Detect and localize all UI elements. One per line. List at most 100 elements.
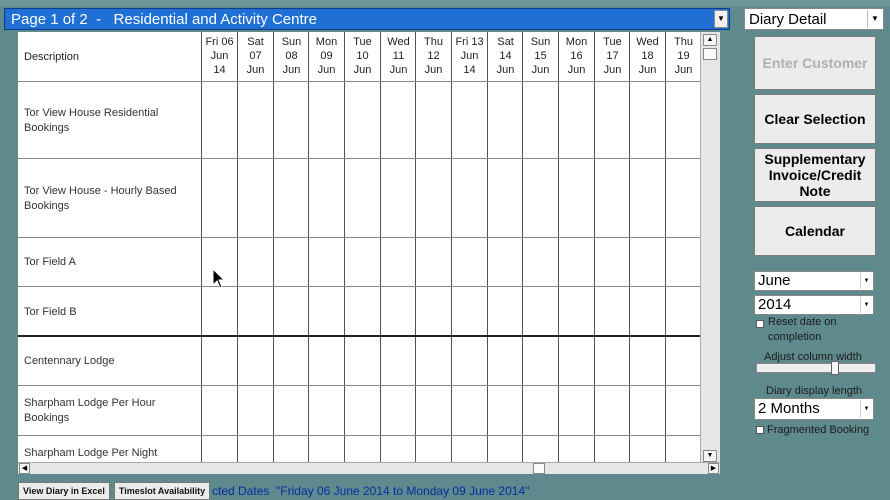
day-header-dow: Thu bbox=[424, 36, 443, 48]
calendar-button[interactable]: Calendar bbox=[754, 206, 876, 256]
column-width-slider[interactable] bbox=[756, 361, 876, 375]
diary-length-label: Diary display length bbox=[766, 385, 862, 397]
supplementary-label: Supplementary bbox=[764, 151, 866, 167]
day-header-day: 18 bbox=[641, 50, 654, 62]
resource-row-label[interactable]: Tor View House - Hourly Based Bookings bbox=[24, 184, 204, 214]
day-header[interactable]: Thu 19 Jun bbox=[666, 35, 700, 77]
resource-row-label[interactable]: Sharpham Lodge Per Hour Bookings bbox=[24, 396, 204, 426]
view-diary-excel-button[interactable]: View Diary in Excel bbox=[18, 482, 110, 500]
view-selector-value: Diary Detail bbox=[749, 11, 827, 28]
grid-row-line bbox=[18, 81, 700, 82]
row-label-line: Sharpham Lodge Per Night bbox=[24, 447, 158, 459]
diary-grid[interactable]: Description Fri 06 Jun 14 Sat 07 Jun Sun 08 Ju… bbox=[18, 32, 700, 462]
day-header-month: Jun bbox=[353, 64, 372, 76]
clear-selection-button[interactable]: Clear Selection bbox=[754, 94, 876, 144]
grid-column-line bbox=[665, 32, 666, 462]
day-header-dow: Sat bbox=[247, 36, 264, 48]
row-label-line: Bookings bbox=[24, 122, 70, 134]
page-selector[interactable]: Page 1 of 2 - Residential and Activity C… bbox=[4, 8, 730, 30]
grid-column-line bbox=[273, 32, 274, 462]
day-header-day: 16 bbox=[570, 50, 583, 62]
day-header-day: 08 bbox=[285, 50, 298, 62]
reset-date-label: completion bbox=[768, 331, 822, 343]
resource-row-label[interactable]: Tor Field A bbox=[24, 255, 204, 270]
chevron-down-icon[interactable]: ▼ bbox=[860, 400, 872, 418]
day-header-month: Jun bbox=[638, 64, 657, 76]
day-header-month: Jun bbox=[603, 64, 622, 76]
chevron-down-icon[interactable]: ▼ bbox=[867, 10, 882, 28]
resource-row-label[interactable]: Sharpham Lodge Per Night bbox=[24, 446, 204, 461]
supplementary-invoice-button[interactable]: Supplementary Invoice/Credit Note bbox=[754, 148, 876, 202]
reset-date-checkbox[interactable] bbox=[756, 320, 764, 328]
day-header-dow: Wed bbox=[636, 36, 659, 48]
day-header-month: Jun bbox=[674, 64, 693, 76]
day-header-dow: Wed bbox=[387, 36, 410, 48]
row-label-line: Sharpham Lodge Per Hour bbox=[24, 397, 156, 409]
adjust-width-label: Adjust column width bbox=[764, 351, 862, 363]
view-selector[interactable]: Diary Detail ▼ bbox=[744, 8, 884, 30]
grid-column-line bbox=[487, 32, 488, 462]
day-header-day: 07 bbox=[249, 50, 262, 62]
grid-column-line bbox=[629, 32, 630, 462]
horizontal-scroll-thumb[interactable] bbox=[533, 463, 545, 474]
year-select-value: 2014 bbox=[758, 296, 792, 313]
scroll-up-icon[interactable]: ▲ bbox=[703, 34, 717, 46]
day-header-day: 17 bbox=[606, 50, 619, 62]
scroll-right-icon[interactable]: ▶ bbox=[708, 463, 719, 474]
day-header-month: Jun bbox=[567, 64, 586, 76]
day-header-day: 10 bbox=[356, 50, 369, 62]
day-header-day: 15 bbox=[534, 50, 547, 62]
chevron-down-icon[interactable]: ▼ bbox=[860, 297, 872, 313]
day-header-dow: Mon bbox=[565, 36, 588, 48]
day-header[interactable]: Sun 15 Jun bbox=[523, 35, 558, 77]
row-label-line: Tor Field A bbox=[24, 256, 76, 268]
diary-length-select[interactable]: 2 Months ▼ bbox=[754, 398, 874, 420]
month-select[interactable]: June ▼ bbox=[754, 271, 874, 291]
scroll-down-icon[interactable]: ▼ bbox=[703, 450, 717, 462]
day-header-day: 19 bbox=[677, 50, 690, 62]
row-label-line: Tor View House Residential bbox=[24, 107, 159, 119]
day-header-dow: Sun bbox=[530, 36, 551, 48]
grid-column-line bbox=[344, 32, 345, 462]
day-header[interactable]: Thu 12 Jun bbox=[416, 35, 451, 77]
grid-row-line bbox=[18, 237, 700, 238]
grid-column-line bbox=[522, 32, 523, 462]
chevron-down-icon[interactable]: ▼ bbox=[860, 273, 872, 289]
day-header-day: 12 bbox=[427, 50, 440, 62]
day-header[interactable]: Tue 10 Jun bbox=[345, 35, 380, 77]
fragmented-booking-label: Fragmented Booking bbox=[767, 424, 870, 436]
day-header[interactable]: Sat 07 Jun bbox=[238, 35, 273, 77]
fragmented-booking-checkbox[interactable] bbox=[756, 426, 764, 434]
slider-thumb[interactable] bbox=[831, 361, 839, 375]
horizontal-scrollbar[interactable]: ◀ ▶ bbox=[18, 462, 720, 474]
day-header-dow: Tue bbox=[603, 36, 622, 48]
day-header-month: Jun bbox=[496, 64, 515, 76]
day-header[interactable]: Wed 18 Jun bbox=[630, 35, 665, 77]
resource-row-label[interactable]: Tor View House Residential Bookings bbox=[24, 106, 204, 136]
resource-row-label[interactable]: Centennary Lodge bbox=[24, 354, 204, 369]
row-label-line: Bookings bbox=[24, 200, 70, 212]
resource-row-label[interactable]: Tor Field B bbox=[24, 305, 204, 320]
day-header-month: Jun bbox=[424, 64, 443, 76]
vertical-scrollbar[interactable]: ▲ ▼ bbox=[700, 32, 720, 462]
day-header[interactable]: Mon 09 Jun bbox=[309, 35, 344, 77]
day-header[interactable]: Fri 13 Jun 14 bbox=[452, 35, 487, 77]
year-select[interactable]: 2014 ▼ bbox=[754, 295, 874, 315]
day-header[interactable]: Tue 17 Jun bbox=[595, 35, 630, 77]
description-header: Description bbox=[24, 51, 80, 63]
month-select-value: June bbox=[758, 272, 791, 289]
selected-dates-text: cted Dates "Friday 06 June 2014 to Monda… bbox=[212, 484, 530, 498]
day-header-dow: Sun bbox=[281, 36, 302, 48]
scroll-left-icon[interactable]: ◀ bbox=[19, 463, 30, 474]
chevron-down-icon[interactable]: ▼ bbox=[714, 10, 728, 28]
day-header[interactable]: Sun 08 Jun bbox=[274, 35, 309, 77]
grid-row-line bbox=[18, 385, 700, 386]
day-header[interactable]: Wed 11 Jun bbox=[381, 35, 416, 77]
timeslot-availability-button[interactable]: Timeslot Availability bbox=[114, 482, 210, 500]
day-header[interactable]: Fri 06 Jun 14 bbox=[202, 35, 237, 77]
vertical-scroll-thumb[interactable] bbox=[703, 48, 717, 60]
day-header[interactable]: Sat 14 Jun bbox=[488, 35, 523, 77]
enter-customer-button[interactable]: Enter Customer bbox=[754, 36, 876, 90]
day-header[interactable]: Mon 16 Jun bbox=[559, 35, 594, 77]
page-selector-value: Page 1 of 2 - Residential and Activity C… bbox=[11, 11, 317, 28]
